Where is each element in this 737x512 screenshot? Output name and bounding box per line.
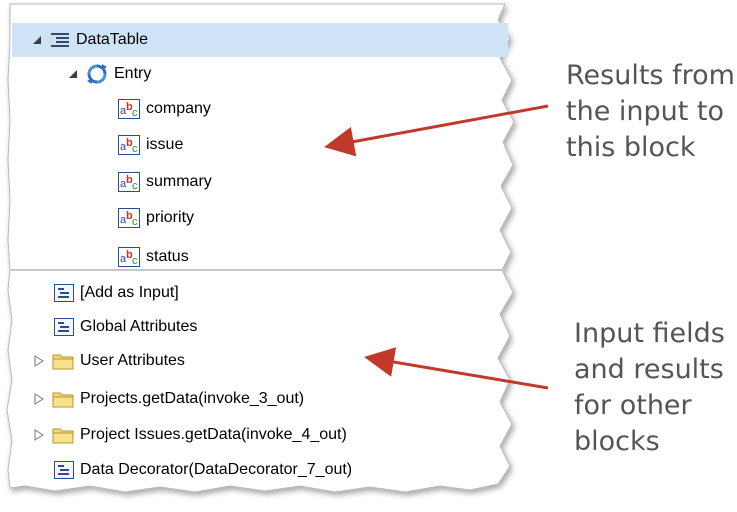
arrow-to-input-fields: [364, 347, 549, 390]
arrow-to-results: [324, 104, 549, 157]
annotation-line: and results: [574, 354, 724, 385]
annotation-line: the input to: [566, 96, 725, 127]
screenshot-panel: DataTable Entry abc company a b c issue …: [0, 0, 737, 512]
annotation-line: this block: [566, 132, 696, 163]
annotation-line: blocks: [574, 426, 660, 457]
annotation-input-fields: Input fields and results for other block…: [574, 316, 725, 460]
annotation-line: Results from: [566, 60, 735, 91]
annotation-line: for other: [574, 390, 692, 421]
annotation-line: Input fields: [574, 318, 725, 349]
annotation-results: Results from the input to this block: [566, 58, 735, 166]
